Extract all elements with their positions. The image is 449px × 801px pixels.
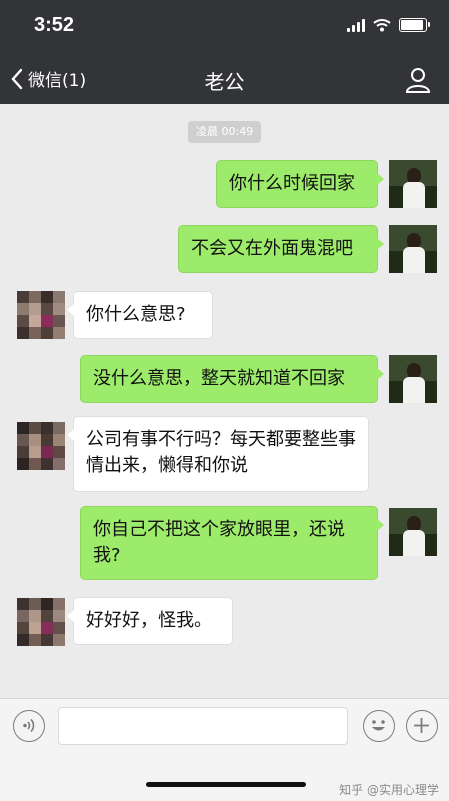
message-timestamp: 凌晨 00:49 [188, 121, 262, 143]
plus-icon [414, 718, 429, 733]
message-input[interactable] [58, 707, 348, 745]
status-time: 3:52 [34, 14, 75, 36]
message-text: 公司有事不行吗？每天都要整些事情出来，懒得和你说 [86, 429, 356, 476]
my-avatar[interactable] [389, 508, 437, 556]
contact-avatar[interactable] [17, 598, 65, 646]
my-message[interactable]: 你什么时候回家 [216, 160, 384, 208]
message-text: 不会又在外面鬼混吧 [191, 238, 353, 259]
status-icons [347, 18, 430, 32]
contact-message[interactable]: 公司有事不行吗？每天都要整些事情出来，懒得和你说 [67, 416, 369, 492]
my-avatar[interactable] [389, 355, 437, 403]
chat-title: 老公 [204, 70, 245, 94]
my-message[interactable]: 你自己不把这个家放眼里，还说我? [80, 506, 384, 580]
contact-avatar[interactable] [17, 422, 65, 470]
more-button[interactable] [406, 710, 438, 742]
contact-message[interactable]: 好好好，怪我。 [67, 597, 233, 645]
emoji-icon [372, 720, 385, 731]
contact-avatar[interactable] [17, 291, 65, 339]
message-text: 你自己不把这个家放眼里，还说我? [93, 519, 345, 566]
input-bar: 知乎 @实用心理学 [0, 698, 449, 801]
wifi-icon [373, 19, 391, 32]
nav-bar: 微信(1) 老公 [0, 56, 449, 104]
message-text: 你什么意思? [86, 304, 186, 325]
my-avatar[interactable] [389, 160, 437, 208]
status-bar: 3:52 [0, 0, 449, 56]
my-message[interactable]: 不会又在外面鬼混吧 [178, 225, 384, 273]
emoji-button[interactable] [363, 710, 395, 742]
battery-level [401, 20, 424, 30]
battery-icon [399, 18, 430, 32]
signal-icon [347, 18, 365, 32]
chat-area[interactable]: 凌晨 00:49 你什么时候回家 不会又在外面鬼混吧 你什么意思? 没什么意思，… [0, 104, 449, 698]
message-text: 好好好，怪我。 [86, 610, 212, 631]
watermark: 知乎 @实用心理学 [339, 783, 439, 797]
my-avatar[interactable] [389, 225, 437, 273]
person-icon[interactable] [403, 65, 433, 95]
message-text: 你什么时候回家 [229, 173, 355, 194]
voice-button[interactable] [13, 710, 45, 742]
message-text: 没什么意思，整天就知道不回家 [93, 368, 345, 389]
contact-message[interactable]: 你什么意思? [67, 291, 213, 339]
my-message[interactable]: 没什么意思，整天就知道不回家 [80, 355, 384, 403]
home-indicator[interactable] [146, 782, 306, 787]
voice-icon [23, 718, 35, 733]
